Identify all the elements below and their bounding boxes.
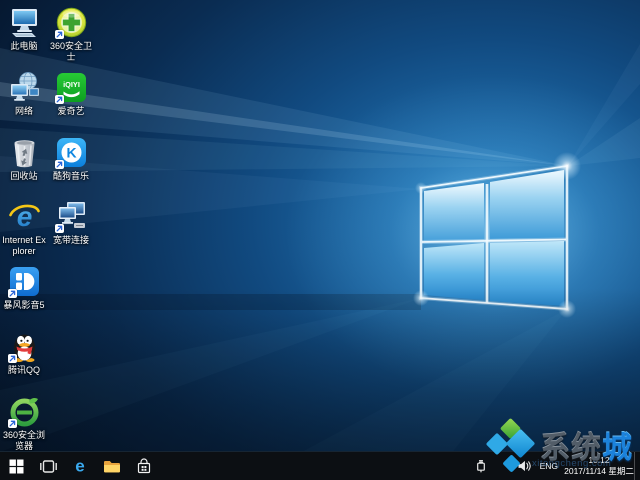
desktop-icon-iqiyi[interactable]: iQIYI 爱奇艺 bbox=[48, 71, 94, 117]
taskbar-button-store[interactable] bbox=[128, 452, 160, 480]
desktop-icon-label: 此电脑 bbox=[10, 41, 38, 51]
file-explorer-icon bbox=[103, 459, 121, 474]
volume-icon[interactable] bbox=[517, 452, 533, 480]
ie-icon: e bbox=[8, 200, 41, 233]
broadband-icon bbox=[54, 200, 88, 234]
desktop-icon-360-browser[interactable]: 360安全浏览器 bbox=[1, 395, 47, 452]
shortcut-arrow-icon bbox=[7, 354, 17, 363]
desktop-icon-label: 360安全卫士 bbox=[49, 41, 93, 62]
desktop-icon-label: 网络 bbox=[14, 105, 33, 116]
taskbar-button-task-view[interactable] bbox=[32, 452, 64, 480]
taskbar-button-file-explorer[interactable] bbox=[96, 452, 128, 480]
desktop-icon-label: 360安全浏览器 bbox=[2, 429, 46, 451]
shortcut-arrow-icon bbox=[54, 30, 64, 39]
clock[interactable]: 10:12 2017/11/14 星期二 bbox=[564, 455, 634, 477]
qq-icon bbox=[7, 330, 41, 363]
taskbar: e ENG 10:12 2017/11/14 星期二 bbox=[0, 451, 640, 480]
desktop[interactable]: 此电脑 360安全卫士 网络 iQIYI 爱奇艺 回收站 K 酷狗音乐 e Internet Ex… bbox=[0, 0, 640, 480]
this-pc-icon bbox=[8, 6, 41, 39]
desktop-icon-internet-explorer[interactable]: e Internet Explorer bbox=[1, 200, 47, 257]
clock-time: 10:12 bbox=[588, 454, 610, 465]
kugou-icon: K bbox=[54, 136, 88, 169]
store-icon bbox=[136, 457, 152, 475]
desktop-icon-label: 爱奇艺 bbox=[57, 105, 85, 116]
360-browser-icon bbox=[7, 395, 41, 428]
desktop-icon-label: 宽带连接 bbox=[52, 235, 89, 246]
iqiyi-icon: iQIYI bbox=[54, 71, 88, 104]
desktop-icon-label: 酷狗音乐 bbox=[52, 170, 89, 181]
desktop-icon-recycle-bin[interactable]: 回收站 bbox=[1, 136, 47, 182]
edge-icon: e bbox=[71, 457, 89, 475]
shortcut-arrow-icon bbox=[54, 94, 64, 104]
language-indicator[interactable]: ENG bbox=[540, 461, 558, 471]
taskbar-buttons: e bbox=[0, 452, 160, 480]
shortcut-arrow-icon bbox=[54, 159, 64, 169]
network-icon bbox=[8, 71, 41, 104]
clock-date: 2017/11/14 星期二 bbox=[564, 466, 634, 476]
shortcut-arrow-icon bbox=[54, 224, 64, 234]
desktop-icon-this-pc[interactable]: 此电脑 bbox=[1, 6, 47, 52]
taskbar-button-edge[interactable]: e bbox=[64, 452, 96, 480]
start-button[interactable] bbox=[0, 452, 32, 480]
svg-text:iQIYI: iQIYI bbox=[63, 80, 80, 89]
usb-icon[interactable] bbox=[473, 452, 489, 480]
svg-text:K: K bbox=[66, 144, 76, 160]
desktop-icons-layer: 此电脑 360安全卫士 网络 iQIYI 爱奇艺 回收站 K 酷狗音乐 e Internet Ex… bbox=[0, 0, 640, 480]
start-icon bbox=[9, 459, 24, 474]
desktop-icon-label: 暴风影音5 bbox=[3, 300, 45, 311]
desktop-icon-label: 腾讯QQ bbox=[7, 365, 40, 375]
recycle-bin-icon bbox=[8, 136, 41, 169]
desktop-icon-kugou-music[interactable]: K 酷狗音乐 bbox=[48, 136, 94, 182]
desktop-icon-baofeng[interactable]: 暴风影音5 bbox=[1, 265, 47, 311]
desktop-icon-network[interactable]: 网络 bbox=[1, 71, 47, 117]
shortcut-arrow-icon bbox=[7, 418, 17, 428]
task-view-icon bbox=[39, 459, 58, 474]
desktop-icon-label: Internet Explorer bbox=[2, 235, 46, 257]
svg-text:e: e bbox=[75, 457, 84, 475]
baofeng-icon bbox=[7, 265, 41, 299]
system-tray: ENG 10:12 2017/11/14 星期二 bbox=[473, 452, 640, 480]
desktop-icon-broadband[interactable]: 宽带连接 bbox=[48, 200, 94, 246]
show-desktop-button[interactable] bbox=[634, 452, 640, 480]
desktop-icon-tencent-qq[interactable]: 腾讯QQ bbox=[1, 330, 47, 376]
desktop-icon-360-safe[interactable]: 360安全卫士 bbox=[48, 6, 94, 63]
360-safe-icon bbox=[54, 6, 88, 39]
desktop-icon-label: 回收站 bbox=[10, 170, 38, 181]
shortcut-arrow-icon bbox=[7, 289, 17, 299]
